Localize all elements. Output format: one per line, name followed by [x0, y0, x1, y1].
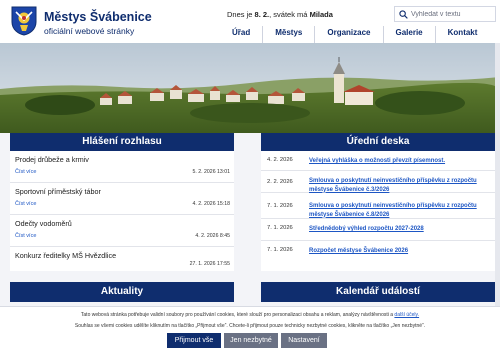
necessary-only-button[interactable]: Jen nezbytné: [224, 333, 278, 348]
news-item[interactable]: Odečty vodoměrů Číst více 4. 2. 2026 8:4…: [10, 215, 234, 247]
board-item-date: 7. 1. 2026: [267, 203, 293, 209]
hero-image: [0, 43, 500, 133]
news-item-date: 4. 2. 2026 8:45: [195, 233, 230, 239]
board-item-date: 7. 1. 2026: [267, 247, 293, 253]
page-scrollbar[interactable]: [495, 43, 500, 306]
board-item-link[interactable]: Rozpočet městyse Švábenice 2026: [309, 247, 484, 256]
news-item-date: 27. 1. 2026 17:55: [189, 261, 230, 267]
board-item-date: 7. 1. 2026: [267, 225, 293, 231]
board-item-link[interactable]: Střednědobý výhled rozpočtu 2027-2028: [309, 225, 484, 234]
board-item-link[interactable]: Smlouva o poskytnutí neinvestičního přís…: [309, 202, 484, 219]
news-list: Prodej drůbeže a krmiv Číst více 5. 2. 2…: [10, 151, 234, 271]
news-item[interactable]: Konkurz ředitelky MŠ Hvězdlice 27. 1. 20…: [10, 247, 234, 271]
news-item-title[interactable]: Odečty vodoměrů: [15, 219, 72, 228]
board-item[interactable]: 7. 1. 2026 Střednědobý výhled rozpočtu 2…: [261, 219, 495, 241]
news-item[interactable]: Prodej drůbeže a krmiv Číst více 5. 2. 2…: [10, 151, 234, 183]
main-nav: Úřad Městys Organizace Galerie Kontakt: [220, 26, 489, 43]
nav-item-kontakt[interactable]: Kontakt: [434, 26, 490, 43]
board-item-date: 4. 2. 2026: [267, 157, 293, 163]
accept-all-button[interactable]: Přijmout vše: [167, 333, 221, 348]
today-middle: , svátek má: [269, 10, 308, 19]
board-item-date: 2. 2. 2026: [267, 179, 293, 185]
board-item[interactable]: 7. 1. 2026 Rozpočet městyse Švábenice 20…: [261, 241, 495, 267]
nav-item-mestys[interactable]: Městys: [262, 26, 314, 43]
board-item[interactable]: 4. 2. 2026 Veřejná vyhláška o možnosti p…: [261, 151, 495, 171]
calendar-section-title[interactable]: Kalendář událostí: [261, 282, 495, 302]
official-board-title[interactable]: Úřední deska: [261, 133, 495, 151]
search-box[interactable]: [394, 6, 496, 22]
news-item-date: 5. 2. 2026 13:01: [192, 169, 231, 175]
board-item-link[interactable]: Smlouva o poskytnutí neinvestičního přís…: [309, 177, 484, 194]
read-more-link[interactable]: Číst více: [15, 233, 36, 239]
cookie-text-line-1: Tato webová stránka potřebuje validní so…: [0, 312, 500, 318]
news-item-title[interactable]: Sportovní příměstský tábor: [15, 187, 101, 196]
site-subtitle: oficiální webové stránky: [44, 26, 135, 36]
cookie-text-line-2: Souhlas se všemi cookies udělíte kliknut…: [74, 323, 426, 329]
site-title[interactable]: Městys Švábenice: [44, 10, 152, 24]
read-more-link[interactable]: Číst více: [15, 169, 36, 175]
coat-of-arms-icon[interactable]: [11, 6, 37, 36]
official-board-list: 4. 2. 2026 Veřejná vyhláška o možnosti p…: [261, 151, 495, 271]
board-item[interactable]: 7. 1. 2026 Smlouva o poskytnutí neinvest…: [261, 193, 495, 219]
cookie-text: Tato webová stránka potřebuje validní so…: [80, 312, 394, 318]
cookie-more-link[interactable]: další účely.: [394, 312, 419, 318]
nav-item-galerie[interactable]: Galerie: [382, 26, 435, 43]
read-more-link[interactable]: Číst více: [15, 201, 36, 207]
today-info: Dnes je 8. 2., svátek má Milada: [227, 10, 333, 19]
today-prefix: Dnes je: [227, 10, 253, 19]
news-item-title[interactable]: Prodej drůbeže a krmiv: [15, 155, 89, 164]
search-icon[interactable]: [399, 10, 408, 19]
cookie-bar: Tato webová stránka potřebuje validní so…: [0, 306, 500, 348]
news-panel-title[interactable]: Hlášení rozhlasu: [10, 133, 234, 151]
nav-item-urad[interactable]: Úřad: [220, 26, 262, 43]
news-item[interactable]: Sportovní příměstský tábor Číst více 4. …: [10, 183, 234, 215]
news-item-title[interactable]: Konkurz ředitelky MŠ Hvězdlice: [15, 251, 116, 260]
search-input[interactable]: [411, 8, 493, 20]
today-name: Milada: [309, 10, 333, 19]
news-section-title[interactable]: Aktuality: [10, 282, 234, 302]
cookie-settings-button[interactable]: Nastavení: [281, 333, 327, 348]
site-header: Městys Švábenice oficiální webové stránk…: [0, 0, 500, 43]
today-date: 8. 2.: [254, 10, 270, 19]
board-item[interactable]: 2. 2. 2026 Smlouva o poskytnutí neinvest…: [261, 171, 495, 193]
news-item-date: 4. 2. 2026 15:18: [192, 201, 231, 207]
village-panorama-image: [0, 43, 500, 133]
nav-item-organizace[interactable]: Organizace: [314, 26, 382, 43]
board-item-link[interactable]: Veřejná vyhláška o možnosti převzít píse…: [309, 157, 484, 166]
